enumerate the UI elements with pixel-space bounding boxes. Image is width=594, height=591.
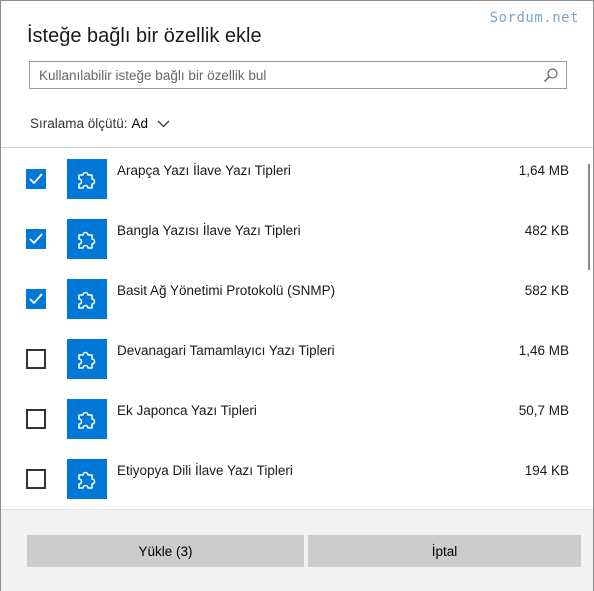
checkmark-icon bbox=[29, 173, 43, 185]
install-button[interactable]: Yükle (3) bbox=[27, 535, 304, 567]
feature-checkbox[interactable] bbox=[26, 229, 46, 249]
feature-checkbox[interactable] bbox=[26, 469, 46, 489]
feature-row[interactable]: Basit Ağ Yönetimi Protokolü (SNMP) 582 KB bbox=[1, 269, 581, 329]
dialog-title: İsteğe bağlı bir özellik ekle bbox=[27, 25, 262, 47]
feature-row[interactable]: Etiyopya Dili İlave Yazı Tipleri 194 KB bbox=[1, 449, 581, 508]
feature-checkbox[interactable] bbox=[26, 409, 46, 429]
feature-name: Devanagari Tamamlayıcı Yazı Tipleri bbox=[117, 343, 335, 358]
dialog-footer: Yükle (3) İptal bbox=[1, 509, 593, 591]
feature-row[interactable]: Devanagari Tamamlayıcı Yazı Tipleri 1,46 … bbox=[1, 329, 581, 389]
puzzle-piece-icon bbox=[67, 159, 107, 199]
feature-size: 1,46 MB bbox=[518, 343, 569, 358]
feature-name: Basit Ağ Yönetimi Protokolü (SNMP) bbox=[117, 283, 336, 298]
puzzle-piece-icon bbox=[67, 399, 107, 439]
feature-size: 1,64 MB bbox=[518, 163, 569, 178]
feature-checkbox[interactable] bbox=[26, 169, 46, 189]
sort-label: Sıralama ölçütü: bbox=[30, 116, 128, 131]
feature-size: 582 KB bbox=[524, 283, 569, 298]
search-input[interactable]: Kullanılabilir isteğe bağlı bir özellik … bbox=[29, 61, 567, 89]
feature-checkbox[interactable] bbox=[26, 349, 46, 369]
feature-row[interactable]: Ek Japonca Yazı Tipleri 50,7 MB bbox=[1, 389, 581, 449]
chevron-down-icon bbox=[157, 120, 170, 127]
feature-list[interactable]: Arapça Yazı İlave Yazı Tipleri 1,64 MB Ban… bbox=[1, 148, 593, 508]
feature-size: 482 KB bbox=[524, 223, 569, 238]
scrollbar[interactable] bbox=[588, 164, 590, 270]
puzzle-piece-icon bbox=[67, 219, 107, 259]
checkmark-icon bbox=[29, 293, 43, 305]
puzzle-piece-icon bbox=[67, 279, 107, 319]
feature-row[interactable]: Arapça Yazı İlave Yazı Tipleri 1,64 MB bbox=[1, 149, 581, 209]
sort-value: Ad bbox=[131, 116, 149, 131]
search-icon[interactable] bbox=[543, 67, 559, 83]
feature-checkbox[interactable] bbox=[26, 289, 46, 309]
puzzle-piece-icon bbox=[67, 339, 107, 379]
watermark: Sordum.net bbox=[489, 10, 579, 26]
feature-size: 50,7 MB bbox=[518, 403, 569, 418]
cancel-button[interactable]: İptal bbox=[308, 535, 581, 567]
puzzle-piece-icon bbox=[67, 459, 107, 499]
feature-name: Arapça Yazı İlave Yazı Tipleri bbox=[117, 163, 291, 178]
search-placeholder: Kullanılabilir isteğe bağlı bir özellik … bbox=[39, 68, 267, 83]
dialog-window: Sordum.net İsteğe bağlı bir özellik ekle… bbox=[0, 0, 594, 591]
feature-name: Ek Japonca Yazı Tipleri bbox=[117, 403, 257, 418]
feature-name: Bangla Yazısı İlave Yazı Tipleri bbox=[117, 223, 301, 238]
checkmark-icon bbox=[29, 233, 43, 245]
feature-size: 194 KB bbox=[524, 463, 569, 478]
feature-row[interactable]: Bangla Yazısı İlave Yazı Tipleri 482 KB bbox=[1, 209, 581, 269]
sort-dropdown[interactable]: Sıralama ölçütü: Ad bbox=[30, 116, 170, 131]
feature-name: Etiyopya Dili İlave Yazı Tipleri bbox=[117, 463, 293, 478]
